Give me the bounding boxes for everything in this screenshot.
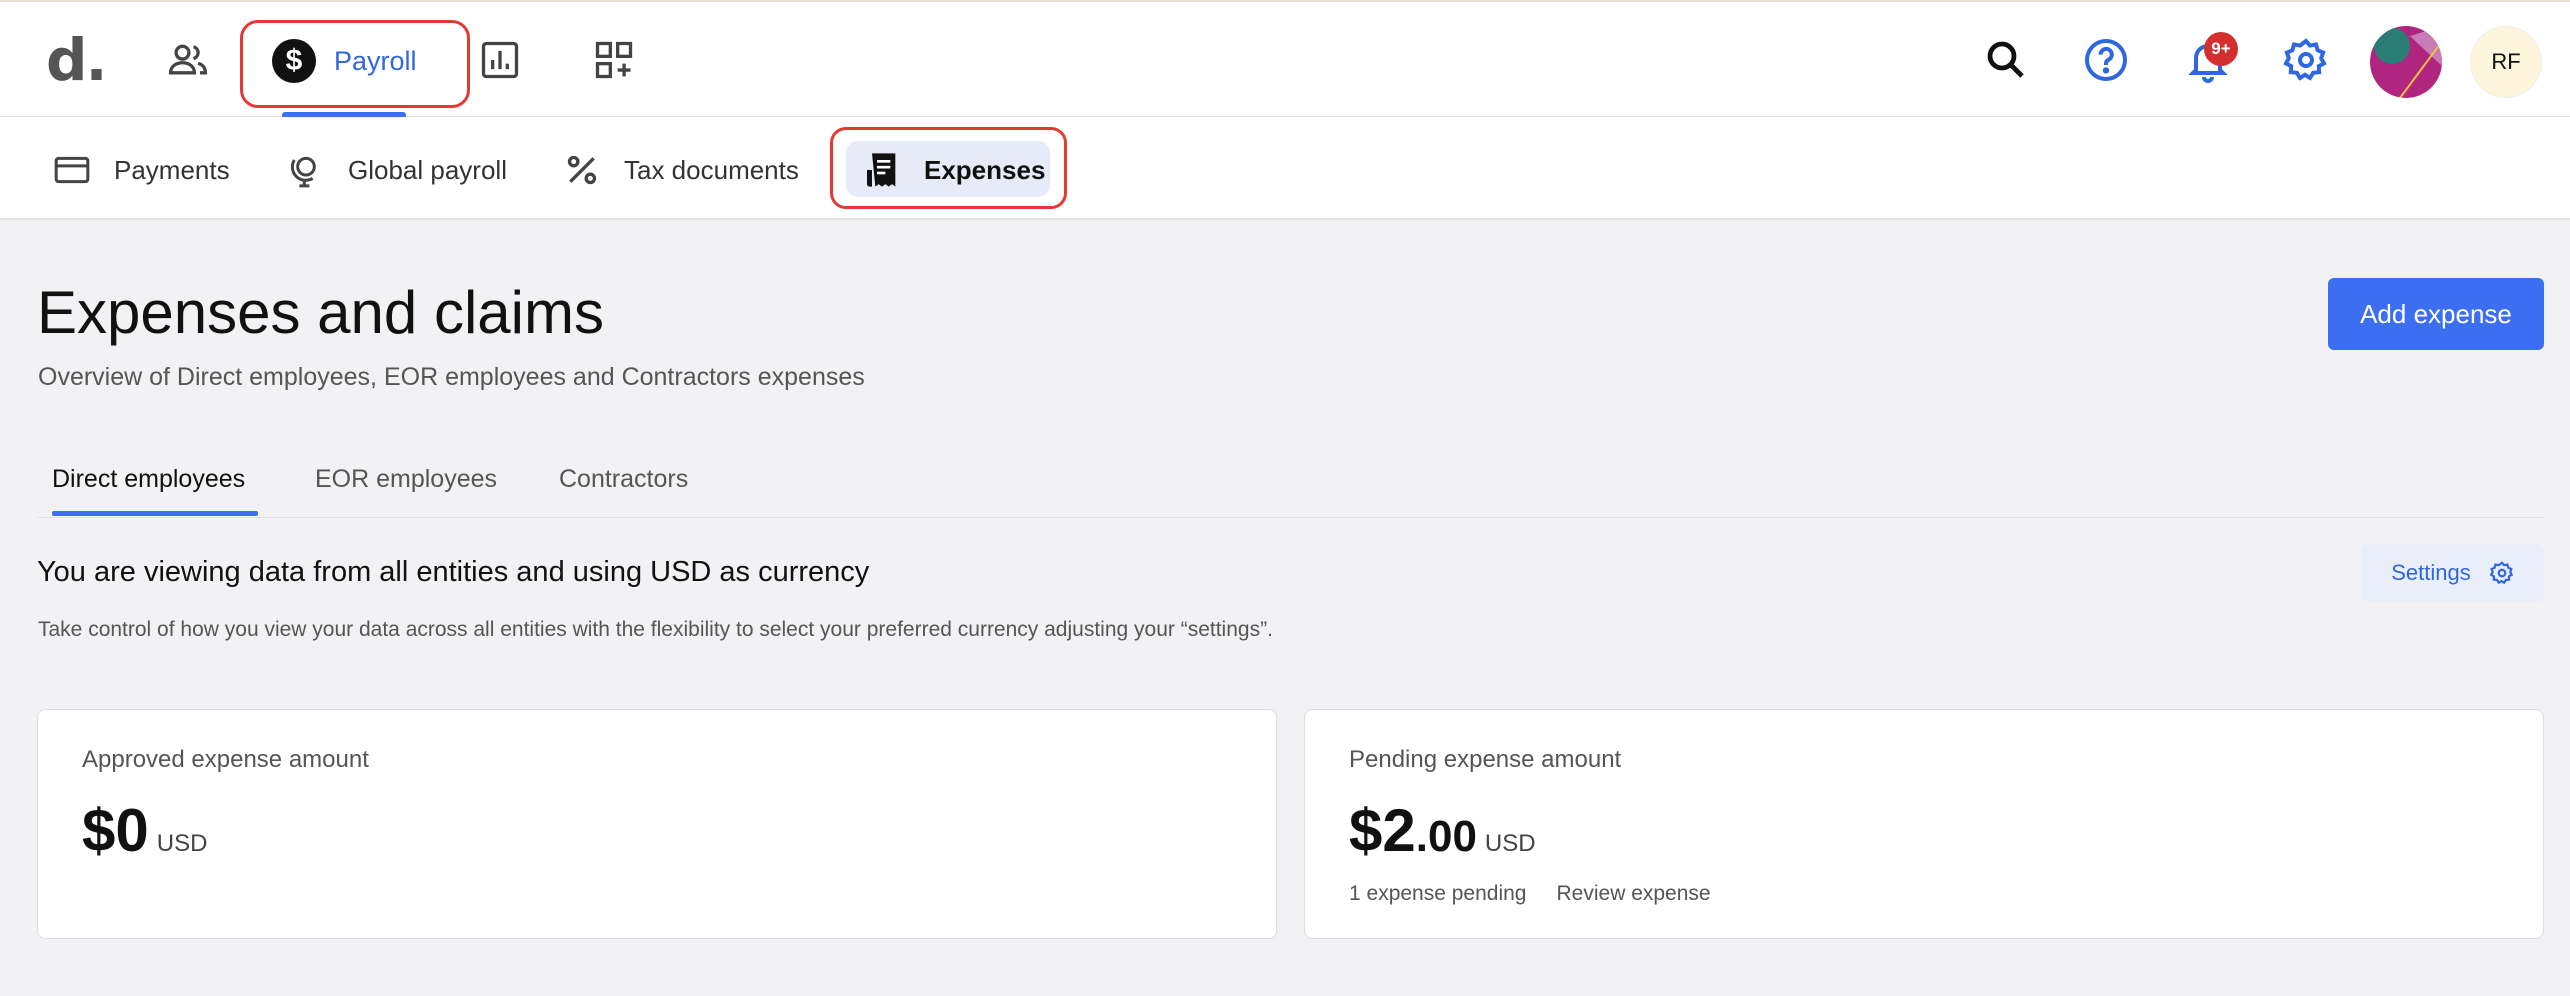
pending-count-text: 1 expense pending xyxy=(1349,882,1527,905)
apps-add-icon[interactable] xyxy=(592,38,636,82)
payroll-subnav: Payments Global payroll Tax documents Ex… xyxy=(0,117,2570,220)
subnav-item-label: Global payroll xyxy=(348,154,507,185)
subnav-item-payments[interactable]: Payments xyxy=(52,147,230,193)
company-avatar[interactable] xyxy=(2370,26,2442,98)
add-expense-button[interactable]: Add expense xyxy=(2328,278,2544,350)
credit-card-icon xyxy=(54,156,90,184)
user-avatar[interactable]: RF xyxy=(2470,26,2542,98)
tab-direct-employees[interactable]: Direct employees xyxy=(52,465,245,494)
gear-icon xyxy=(2489,561,2513,585)
subnav-item-label: Payments xyxy=(114,154,230,185)
amount-value: $2 xyxy=(1349,797,1416,864)
people-icon[interactable] xyxy=(166,38,210,82)
globe-icon xyxy=(290,156,316,188)
amount-value: $0 xyxy=(82,797,149,864)
card-label: Approved expense amount xyxy=(82,746,369,773)
approved-amount: $0 USD xyxy=(82,796,207,865)
active-tab-indicator xyxy=(52,511,258,516)
amount-cents: .00 xyxy=(1415,812,1477,861)
percent-icon xyxy=(567,155,597,185)
deel-logo[interactable]: d. xyxy=(46,26,108,94)
subnav-item-label: Tax documents xyxy=(624,154,799,185)
payroll-label: Payroll xyxy=(334,45,417,76)
amount-currency: USD xyxy=(156,830,208,857)
currency-info-description: Take control of how you view your data a… xyxy=(38,618,1273,641)
top-navigation: d. $ Payroll 9+ RF xyxy=(0,0,2570,118)
review-expense-link[interactable]: Review expense xyxy=(1557,882,1711,906)
card-label: Pending expense amount xyxy=(1349,746,1622,773)
subnav-item-tax-documents[interactable]: Tax documents xyxy=(562,147,799,193)
bar-chart-icon[interactable] xyxy=(478,38,522,82)
subnav-item-label: Expenses xyxy=(924,154,1046,185)
help-icon[interactable] xyxy=(2082,36,2130,84)
dollar-circle-icon: $ xyxy=(272,39,316,83)
search-icon[interactable] xyxy=(1982,36,2030,84)
receipt-icon xyxy=(867,153,896,187)
gear-icon[interactable] xyxy=(2282,36,2330,84)
pending-expense-card: Pending expense amount $2 .00 USD 1 expe… xyxy=(1304,709,2544,939)
currency-info-title: You are viewing data from all entities a… xyxy=(37,556,870,588)
settings-button[interactable]: Settings xyxy=(2362,544,2544,602)
page-title: Expenses and claims xyxy=(37,279,604,346)
tab-contractors[interactable]: Contractors xyxy=(559,465,688,494)
amount-currency: USD xyxy=(1484,830,1536,857)
settings-label: Settings xyxy=(2391,560,2471,585)
payroll-nav-item[interactable]: $ Payroll xyxy=(272,38,417,84)
page-subtitle: Overview of Direct employees, EOR employ… xyxy=(38,363,865,391)
notification-badge: 9+ xyxy=(2204,32,2238,66)
pending-meta: 1 expense pending Review expense xyxy=(1349,882,1711,906)
subnav-item-global-payroll[interactable]: Global payroll xyxy=(286,147,507,193)
employee-type-tabs: Direct employees EOR employees Contracto… xyxy=(38,455,2544,518)
tab-eor-employees[interactable]: EOR employees xyxy=(315,465,497,494)
approved-expense-card: Approved expense amount $0 USD xyxy=(37,709,1277,939)
pending-amount: $2 .00 USD xyxy=(1349,796,1536,865)
subnav-item-expenses[interactable]: Expenses xyxy=(862,147,1045,193)
